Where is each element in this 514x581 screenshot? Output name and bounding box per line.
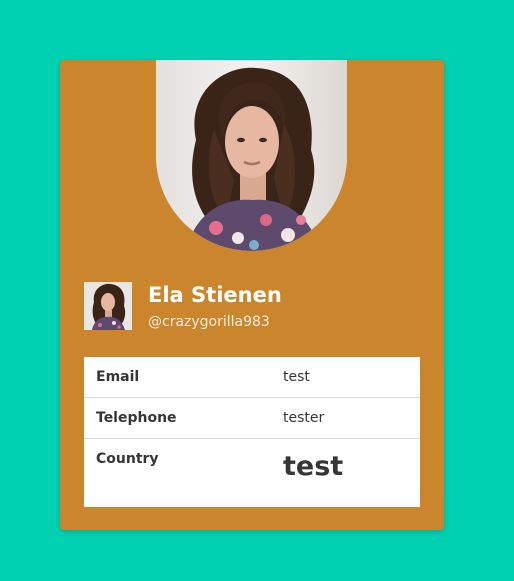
country-value: test — [283, 451, 344, 482]
profile-header: Ela Stienen @crazygorilla983 — [84, 282, 420, 330]
portrait-image — [156, 60, 347, 251]
profile-handle: @crazygorilla983 — [148, 314, 270, 330]
profile-card: Ela Stienen @crazygorilla983 Email test … — [60, 60, 444, 530]
avatar — [84, 282, 132, 330]
email-label: Email — [96, 369, 140, 385]
profile-name: Ela Stienen — [148, 283, 282, 307]
table-row-email: Email test — [84, 357, 420, 398]
profile-photo — [156, 60, 347, 251]
table-row-country: Country test — [84, 439, 420, 507]
table-row-telephone: Telephone tester — [84, 398, 420, 439]
country-label: Country — [96, 451, 159, 467]
telephone-label: Telephone — [96, 410, 177, 426]
avatar-image — [84, 282, 132, 330]
telephone-value: tester — [283, 410, 325, 426]
details-table: Email test Telephone tester Country test — [84, 357, 420, 507]
email-value: test — [283, 369, 310, 385]
